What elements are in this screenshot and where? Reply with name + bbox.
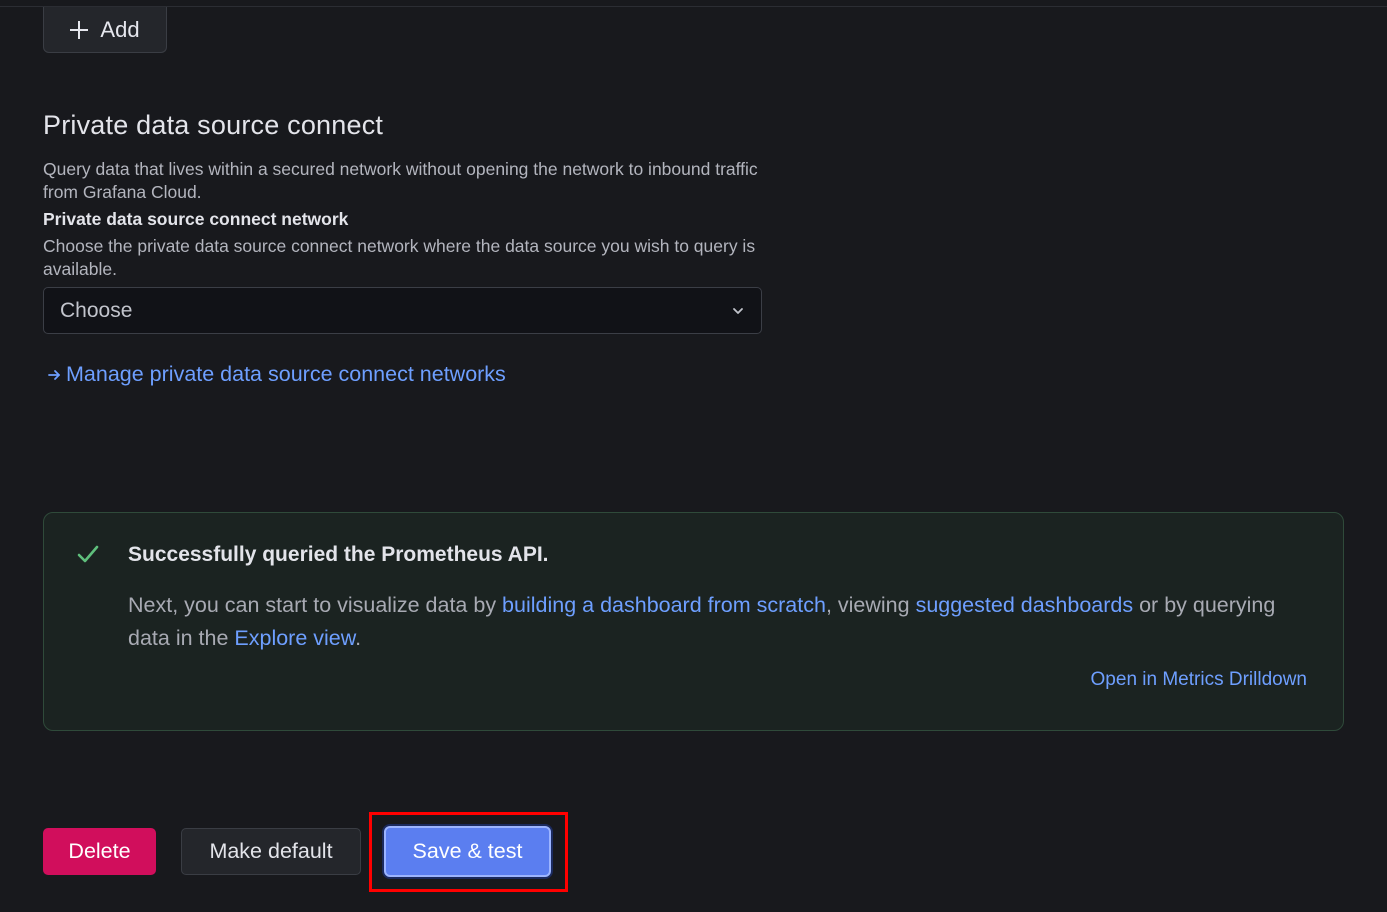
alert-body-text-4: . — [355, 626, 362, 650]
chevron-down-icon — [731, 306, 745, 316]
pdc-section-description: Query data that lives within a secured n… — [43, 159, 758, 202]
alert-title: Successfully queried the Prometheus API. — [128, 543, 549, 566]
save-test-button[interactable]: Save & test — [384, 826, 551, 877]
alert-body: Next, you can start to visualize data by… — [128, 589, 1278, 655]
pdc-network-label: Private data source connect network — [43, 209, 349, 229]
success-alert: Successfully queried the Prometheus API.… — [43, 512, 1344, 731]
pdc-network-select[interactable]: Choose — [43, 287, 762, 334]
add-button[interactable]: Add — [43, 7, 167, 53]
pdc-network-description: Choose the private data source connect n… — [43, 236, 756, 279]
build-dashboard-link[interactable]: building a dashboard from scratch — [502, 593, 826, 617]
make-default-button[interactable]: Make default — [181, 828, 361, 875]
open-metrics-drilldown-link[interactable]: Open in Metrics Drilldown — [1091, 669, 1307, 691]
delete-button[interactable]: Delete — [43, 828, 156, 875]
datasource-settings-page: Add Private data source connect Query da… — [0, 0, 1387, 912]
top-divider — [0, 6, 1387, 7]
alert-body-text-2: , viewing — [825, 593, 916, 617]
explore-view-link[interactable]: Explore view — [234, 626, 355, 650]
plus-icon — [70, 20, 89, 39]
check-icon — [76, 543, 100, 570]
pdc-network-select-value: Choose — [60, 298, 133, 322]
pdc-section-title: Private data source connect — [43, 110, 384, 140]
arrow-right-icon — [47, 368, 61, 382]
add-button-label: Add — [100, 16, 140, 42]
manage-pdc-networks-link[interactable]: Manage private data source connect netwo… — [47, 362, 506, 387]
manage-pdc-networks-label: Manage private data source connect netwo… — [66, 362, 506, 386]
alert-body-text-1: Next, you can start to visualize data by — [128, 593, 503, 617]
suggested-dashboards-link[interactable]: suggested dashboards — [916, 593, 1134, 617]
